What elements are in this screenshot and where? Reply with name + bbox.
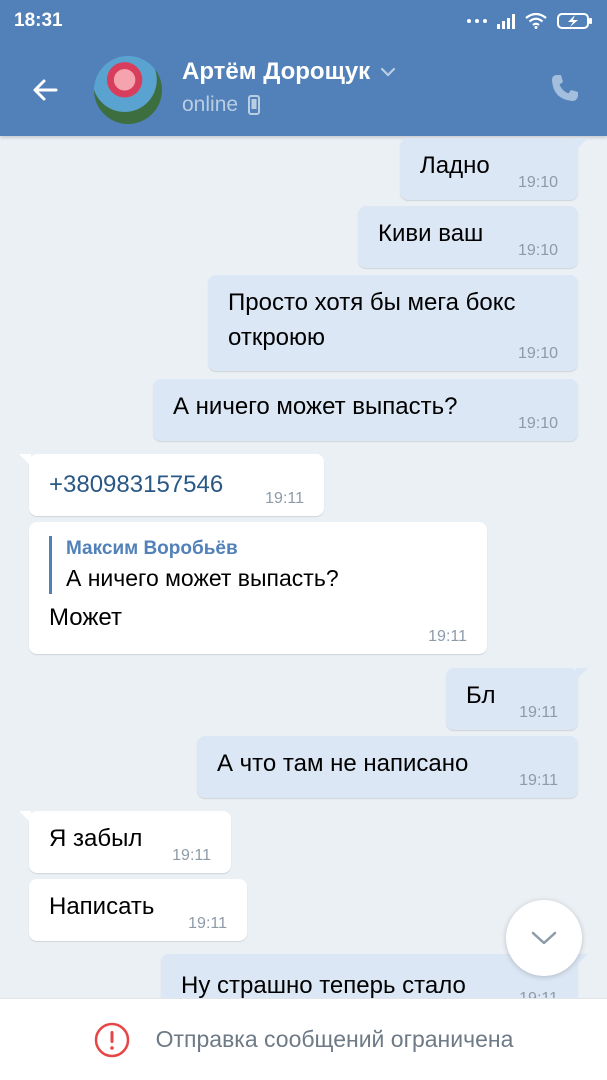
wifi-icon: [525, 13, 547, 29]
message-list[interactable]: Ладно 19:10 Киви ваш 19:10 Просто хотя б…: [0, 136, 607, 998]
more-notifications-icon: [467, 19, 487, 23]
online-status: online: [182, 93, 239, 116]
message-text: Ну страшно теперь стало: [181, 972, 466, 998]
battery-charging-icon: [557, 13, 592, 29]
contact-name: Артём Дорощук: [182, 58, 371, 85]
message-text: А ничего может выпасть?: [173, 393, 458, 420]
message-outgoing[interactable]: Бл 19:11: [446, 668, 588, 730]
message-time: 19:11: [519, 990, 558, 998]
message-incoming[interactable]: Я забыл 19:11: [19, 811, 231, 873]
avatar[interactable]: [94, 56, 162, 124]
message-text: Ладно: [420, 152, 490, 179]
message-time: 19:11: [265, 490, 304, 507]
status-time: 18:31: [14, 10, 63, 31]
message-outgoing[interactable]: А что там не написано 19:11: [197, 736, 578, 798]
message-time: 19:10: [517, 345, 558, 362]
message-time: 19:11: [188, 915, 227, 932]
chat-header: Артём Дорощук online: [0, 44, 607, 136]
message-outgoing[interactable]: Ладно 19:10: [400, 138, 588, 200]
scroll-to-bottom-button[interactable]: [506, 900, 582, 976]
reply-text: А ничего может выпасть?: [66, 565, 339, 591]
message-incoming-reply[interactable]: Максим Воробьёв А ничего может выпасть? …: [29, 522, 487, 654]
restriction-notice: Отправка сообщений ограничена: [155, 1026, 514, 1052]
message-time: 19:11: [519, 772, 558, 789]
signal-icon: [497, 13, 515, 29]
chevron-down-icon: [381, 67, 396, 77]
back-arrow-icon[interactable]: [24, 68, 68, 112]
message-incoming[interactable]: +380983157546 19:11: [19, 454, 324, 516]
message-incoming[interactable]: Написать 19:11: [29, 879, 247, 941]
message-outgoing[interactable]: Просто хотя бы мега бокс откроюю 19:10: [208, 275, 578, 371]
contact-status: online: [182, 93, 261, 117]
message-time: 19:10: [517, 174, 558, 191]
message-time: 19:10: [517, 415, 558, 432]
message-text: Может: [49, 604, 122, 631]
reply-author: Максим Воробьёв: [66, 538, 238, 559]
message-text: Я забыл: [49, 825, 143, 852]
contact-name-button[interactable]: Артём Дорощук: [182, 58, 396, 86]
message-outgoing[interactable]: Киви ваш 19:10: [358, 206, 578, 268]
alert-icon: [94, 1022, 129, 1057]
phone-number-link[interactable]: +380983157546: [49, 471, 223, 498]
message-text: А что там не написано: [217, 750, 469, 777]
mobile-device-icon: [248, 95, 261, 115]
chevron-down-icon: [531, 931, 557, 945]
message-time: 19:11: [428, 628, 467, 645]
message-time: 19:11: [172, 847, 211, 864]
call-phone-icon[interactable]: [549, 72, 581, 104]
message-text: Написать: [49, 893, 155, 920]
status-bar: 18:31: [0, 0, 607, 44]
messaging-restricted-bar: Отправка сообщений ограничена: [0, 998, 607, 1080]
message-outgoing[interactable]: А ничего может выпасть? 19:10: [153, 379, 578, 441]
message-text: Просто хотя бы мега бокс откроюю: [228, 289, 516, 351]
message-text: Бл: [466, 682, 496, 709]
system-icons: [467, 12, 593, 30]
message-text: Киви ваш: [378, 220, 484, 247]
reply-quote[interactable]: Максим Воробьёв А ничего может выпасть?: [49, 536, 467, 594]
message-time: 19:10: [517, 242, 558, 259]
message-time: 19:11: [519, 704, 558, 721]
